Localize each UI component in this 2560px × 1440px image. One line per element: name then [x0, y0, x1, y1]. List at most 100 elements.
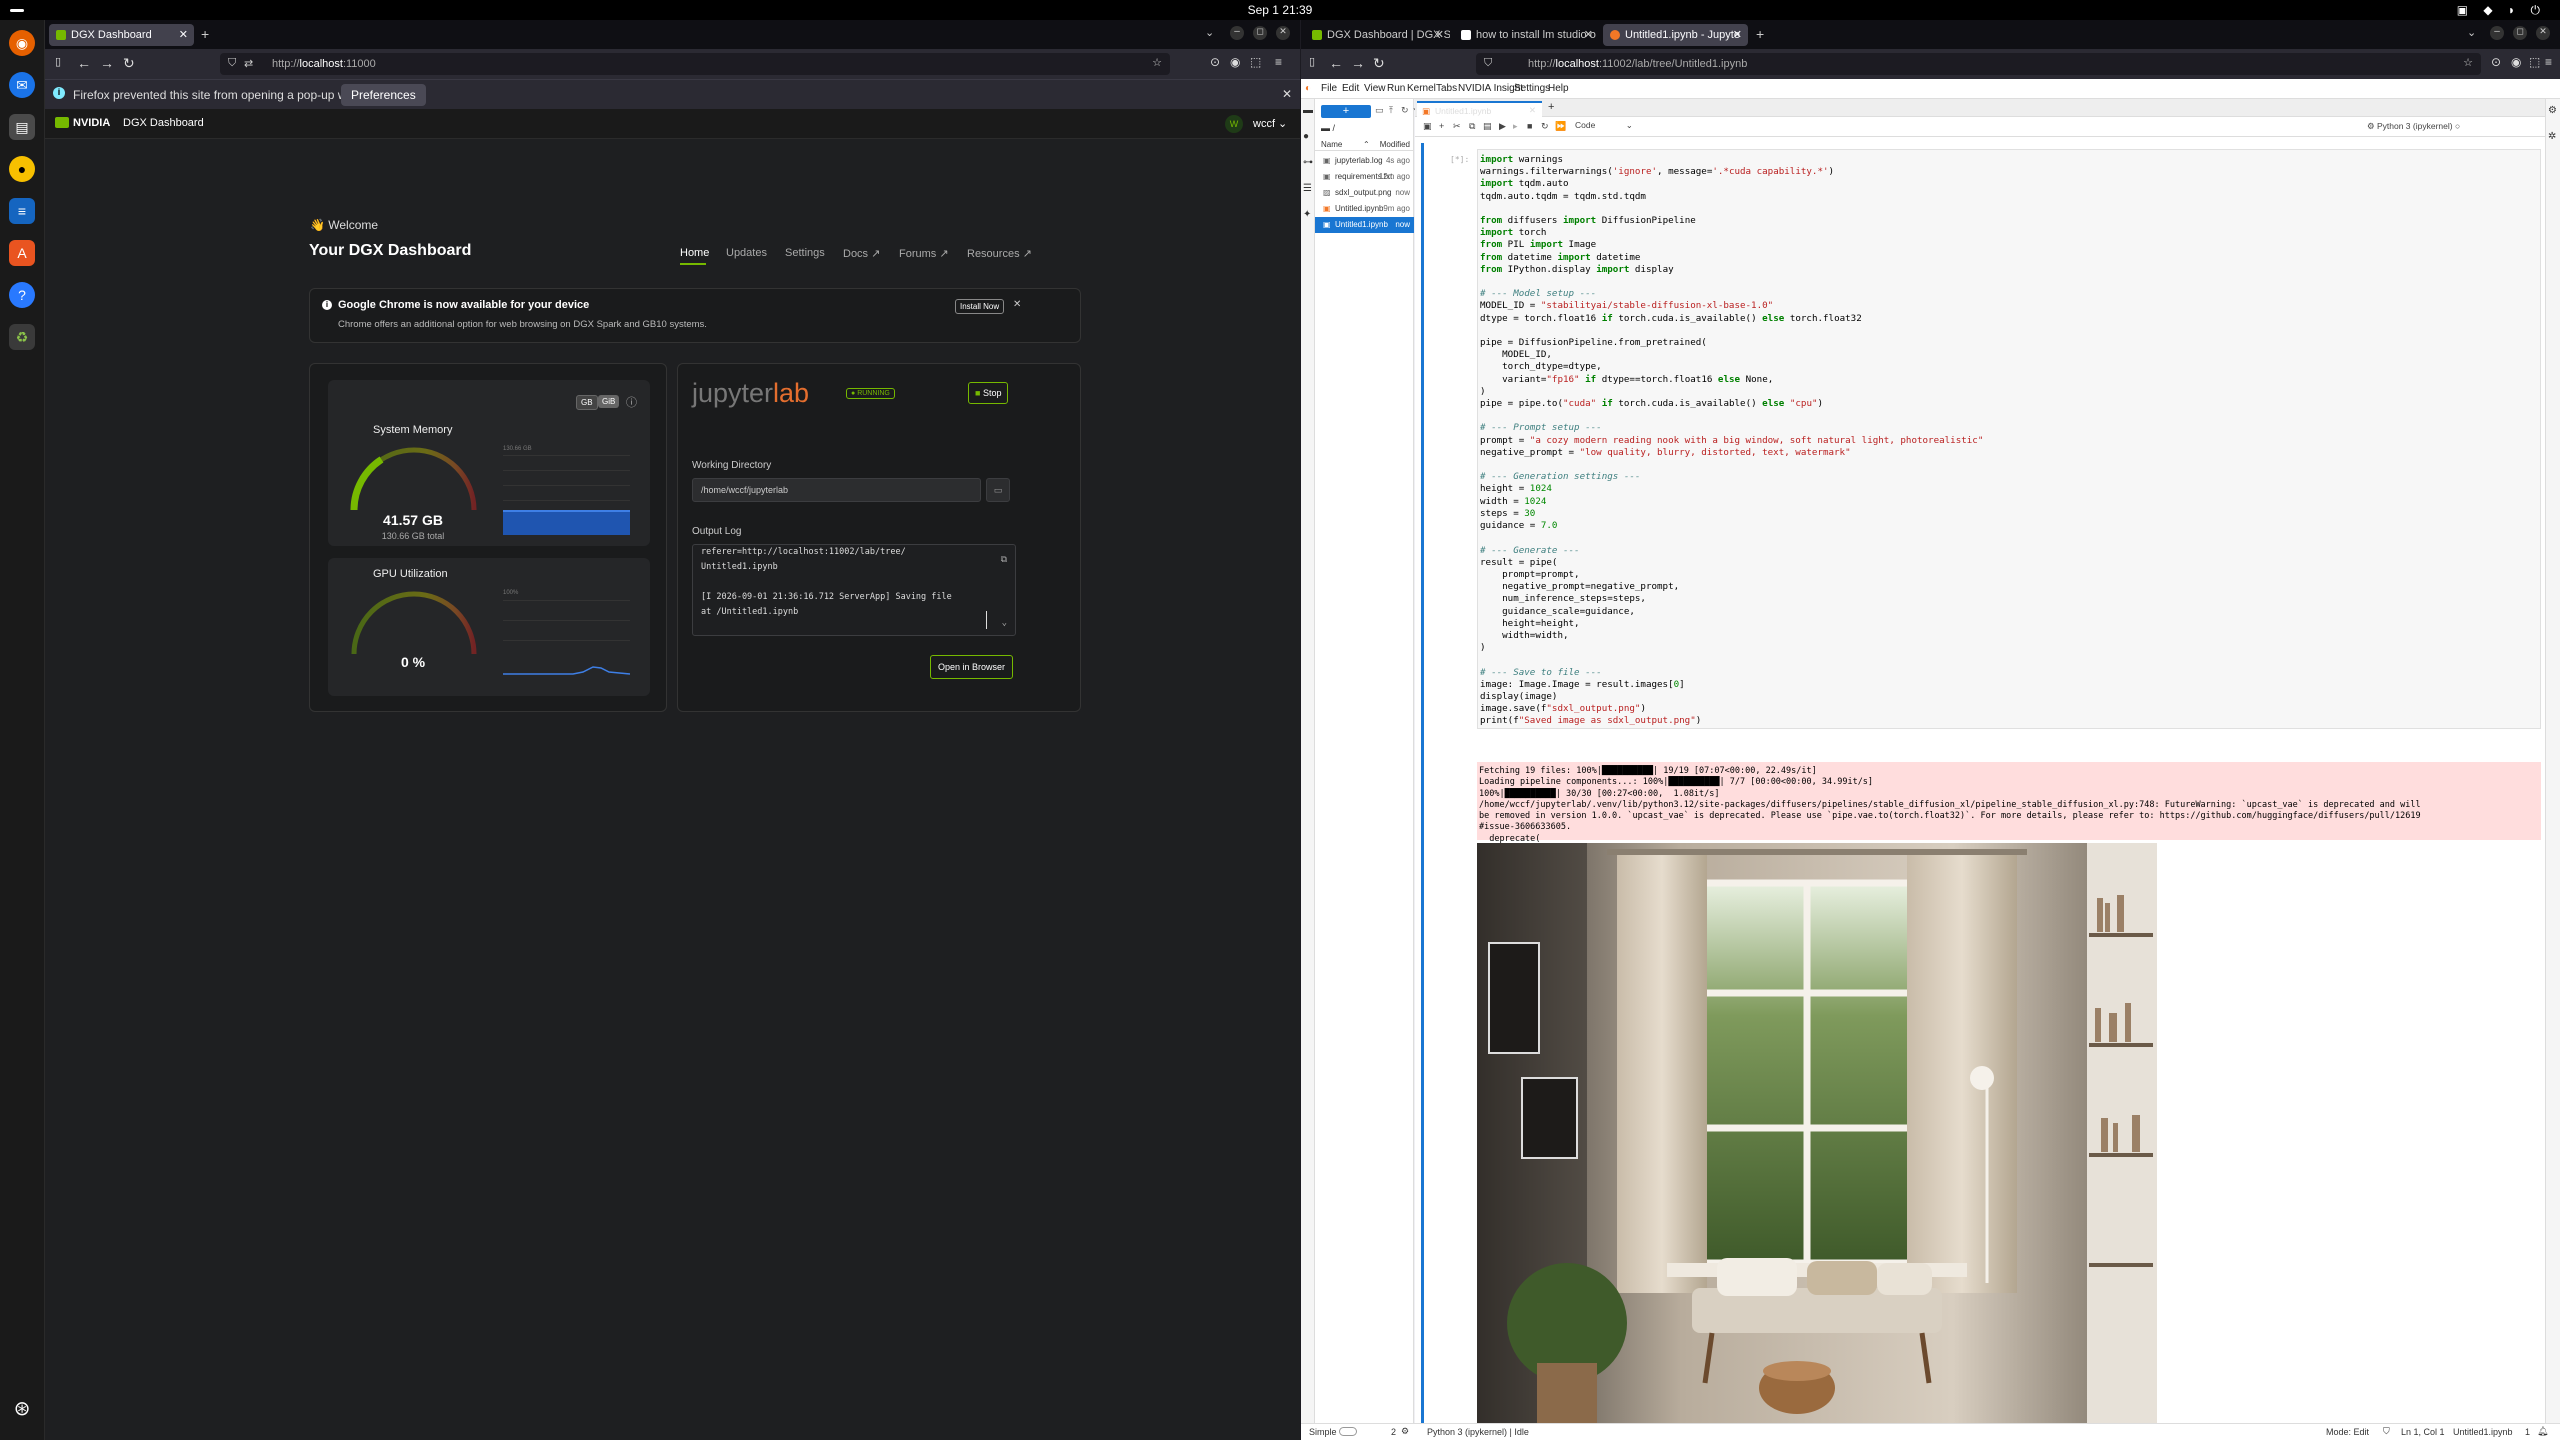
preferences-button[interactable]: Preferences [341, 84, 426, 106]
extensions-icon[interactable]: ✦ [1303, 209, 1311, 220]
forward-icon[interactable]: → [1351, 55, 1365, 71]
reload-icon[interactable]: ↻ [123, 55, 135, 72]
help-icon[interactable]: ? [9, 282, 35, 308]
menu-run[interactable]: Run [1387, 83, 1405, 94]
menu-tabs[interactable]: Tabs [1436, 83, 1457, 94]
restart-icon[interactable]: ↻ [1541, 121, 1549, 132]
window-close-icon[interactable]: ✕ [2536, 26, 2550, 40]
rhythmbox-icon[interactable]: ● [9, 156, 35, 182]
nav-home[interactable]: Home [680, 247, 709, 259]
nav-forums[interactable]: Forums ↗ [899, 247, 949, 260]
extensions-icon[interactable]: ⬚ [1250, 55, 1261, 69]
maximize-icon[interactable]: ◻ [1253, 26, 1267, 40]
permissions-icon[interactable]: ⇄ [244, 57, 253, 70]
bell-icon[interactable]: 🔔︎ [2537, 1426, 2548, 1437]
user-menu[interactable]: wccf ⌄ [1253, 117, 1287, 130]
maximize-icon[interactable]: ◻ [2513, 26, 2527, 40]
nav-updates[interactable]: Updates [726, 247, 767, 259]
new-tab-icon[interactable]: + [1548, 101, 1554, 113]
tab-jupyter[interactable]: Untitled1.ipynb - Jupyte ✕ [1603, 24, 1748, 46]
minimize-icon[interactable]: – [1230, 26, 1244, 40]
kernel-indicator[interactable]: ⚙ Python 3 (ipykernel) ○ [2367, 121, 2460, 132]
close-icon[interactable]: ✕ [1733, 28, 1742, 41]
new-tab-icon[interactable]: + [201, 26, 209, 42]
sort-icon[interactable]: ⌃ [1363, 140, 1370, 149]
url-bar[interactable]: ⛉ ⇄ http://localhost:11000 ☆ [220, 53, 1170, 75]
window-close-icon[interactable]: ✕ [1276, 26, 1290, 40]
account-icon[interactable]: ◉ [1230, 55, 1240, 69]
code-cell-input[interactable]: import warnings warnings.filterwarnings(… [1477, 149, 2541, 729]
paste-icon[interactable]: ▤ [1483, 121, 1492, 132]
nav-settings[interactable]: Settings [785, 247, 825, 259]
pocket-icon[interactable]: ⊙ [2491, 55, 2501, 69]
close-notification-icon[interactable]: ✕ [1282, 87, 1292, 101]
forward-icon[interactable]: → [100, 55, 114, 71]
file-row[interactable]: ▣ Untitled1.ipynb now [1315, 217, 1414, 233]
pocket-icon[interactable]: ⊙ [1210, 55, 1220, 69]
insert-cell-icon[interactable]: + [1439, 121, 1444, 131]
file-row[interactable]: ▣ jupyterlab.log 4s ago [1315, 153, 1414, 169]
new-folder-icon[interactable]: ▭ [1375, 105, 1384, 116]
file-row[interactable]: ▨ sdxl_output.png now [1315, 185, 1414, 201]
working-dir-input[interactable]: /home/wccf/jupyterlab [692, 478, 981, 502]
new-launcher-button[interactable]: + [1321, 105, 1371, 118]
cursor-position[interactable]: Ln 1, Col 1 [2401, 1427, 2445, 1437]
list-tabs-icon[interactable]: ⌄ [1205, 26, 1214, 39]
kernel-status[interactable]: Python 3 (ipykernel) | Idle [1427, 1427, 1529, 1437]
reload-icon[interactable]: ↻ [1373, 55, 1385, 72]
thunderbird-icon[interactable]: ✉ [9, 72, 35, 98]
col-name[interactable]: Name [1321, 140, 1342, 149]
firefox-icon[interactable]: ◉ [9, 30, 35, 56]
close-icon[interactable]: ✕ [1435, 28, 1444, 41]
stop-button[interactable]: ■ Stop [968, 382, 1009, 404]
sidebar-icon[interactable]: ▯ [1309, 55, 1315, 68]
tab-lm-studio[interactable]: how to install lm studio o ✕ [1454, 24, 1599, 46]
avatar[interactable]: W [1225, 115, 1243, 133]
menu-file[interactable]: File [1321, 83, 1337, 94]
files-icon[interactable]: ▤ [9, 114, 35, 140]
file-row[interactable]: ▣ Untitled.ipynb 9m ago [1315, 201, 1414, 217]
property-inspector-icon[interactable]: ⚙ [2548, 105, 2557, 116]
doc-tab-untitled1[interactable]: ▣ Untitled1.ipynb ✕ [1417, 101, 1542, 117]
upload-icon[interactable]: ⤒ [1389, 105, 1393, 116]
back-icon[interactable]: ← [77, 55, 91, 71]
trash-icon[interactable]: ♻ [9, 324, 35, 350]
fast-forward-icon[interactable]: ⏩ [1555, 121, 1566, 132]
scroll-down-icon[interactable]: ⌄ [1002, 616, 1007, 631]
install-now-button[interactable]: Install Now [955, 299, 1005, 314]
menu-help[interactable]: Help [1548, 83, 1569, 94]
open-in-browser-button[interactable]: Open in Browser [930, 655, 1014, 679]
folder-icon[interactable]: ▭ [986, 478, 1010, 502]
nav-resources[interactable]: Resources ↗ [967, 247, 1032, 260]
output-log[interactable]: referer=http://localhost:11002/lab/tree/… [692, 544, 1016, 636]
menu-edit[interactable]: Edit [1342, 83, 1359, 94]
close-icon[interactable]: ✕ [1584, 28, 1593, 41]
unit-gb-toggle[interactable]: GB [576, 395, 598, 410]
shield-icon[interactable]: ⛉ [228, 57, 236, 70]
run-all-icon[interactable]: ▸ [1513, 121, 1518, 132]
save-icon[interactable]: ▣ [1423, 121, 1432, 132]
tab-dgx-dashboard[interactable]: DGX Dashboard ✕ [49, 24, 194, 46]
close-icon[interactable]: ✕ [179, 28, 188, 41]
show-apps-icon[interactable]: ⊛ [9, 1395, 35, 1421]
nav-docs[interactable]: Docs ↗ [843, 247, 880, 260]
refresh-icon[interactable]: ↻ [1401, 105, 1409, 116]
run-icon[interactable]: ▶ [1499, 121, 1506, 132]
debugger-icon[interactable]: ✲ [2548, 131, 2556, 142]
copy-icon[interactable]: ⧉ [1001, 553, 1007, 568]
cut-icon[interactable]: ✂ [1453, 121, 1461, 132]
menu-settings[interactable]: Settings [1514, 83, 1550, 94]
bookmark-star-icon[interactable]: ☆ [2463, 56, 2473, 69]
running-icon[interactable]: ● [1303, 131, 1309, 142]
info-icon[interactable]: ⓘ [626, 394, 637, 410]
terminal-count[interactable]: 2 [1391, 1427, 1396, 1437]
back-icon[interactable]: ← [1329, 55, 1343, 71]
list-tabs-icon[interactable]: ⌄ [2467, 26, 2476, 39]
close-icon[interactable]: ✕ [1529, 105, 1536, 116]
simple-mode-toggle[interactable] [1339, 1427, 1357, 1436]
cell-type-select[interactable]: Code ⌄ [1575, 120, 1635, 131]
copy-icon[interactable]: ⧉ [1469, 121, 1475, 132]
menu-icon[interactable]: ≡ [2545, 55, 2552, 69]
menu-kernel[interactable]: Kernel [1407, 83, 1436, 94]
toc-icon[interactable]: ☰ [1303, 183, 1312, 194]
